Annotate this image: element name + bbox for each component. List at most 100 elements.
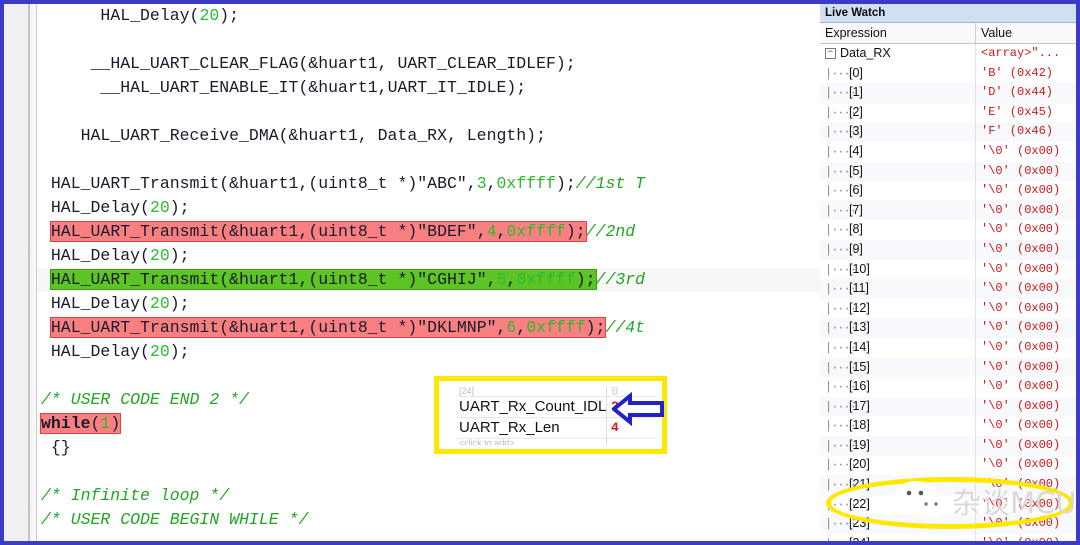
code-line[interactable]: {} [37,436,820,460]
column-header-expression[interactable]: Expression [820,23,976,43]
watch-value-cell[interactable]: '\0' (0x00) [976,201,1076,221]
watch-expression-cell[interactable]: |····[4] [820,141,976,162]
watch-value-cell[interactable]: '\0' (0x00) [976,475,1076,495]
code-line[interactable]: HAL_Delay(20); [37,196,820,220]
watch-row-array-element[interactable]: |····[3] 'F' (0x46) [820,122,1076,142]
watch-value-cell[interactable]: <array>"... [976,44,1076,64]
watch-expression-cell[interactable]: |····[6] [820,181,976,201]
watch-row-array-element[interactable]: |····[13] '\0' (0x00) [820,318,1076,338]
collapse-expander-icon[interactable]: − [825,48,836,60]
watch-row-array-element[interactable]: |····[16] '\0' (0x00) [820,377,1076,397]
watch-value-cell[interactable]: 'B' (0x42) [976,64,1076,84]
editor-breakpoint-gutter[interactable] [4,4,37,541]
watch-row-array-element[interactable]: |····[12] '\0' (0x00) [820,298,1076,319]
watch-row-array-element[interactable]: |····[1] 'D' (0x44) [820,83,1076,103]
watch-expression-cell[interactable]: |····[9] [820,239,976,260]
code-editor-pane[interactable]: HAL_Delay(20); __HAL_UART_CLEAR_FLAG(&hu… [0,0,820,545]
watch-value-cell[interactable]: '\0' (0x00) [976,416,1076,436]
watch-expression-cell[interactable]: |····[21] [820,475,976,495]
watch-value-cell[interactable]: '\0' (0x00) [976,260,1076,280]
watch-value-cell[interactable]: '\0' (0x00) [976,318,1076,338]
watch-value-cell[interactable]: '\0' (0x00) [976,240,1076,260]
watch-row-array-element[interactable]: |····[19] '\0' (0x00) [820,435,1076,456]
watch-expression-cell[interactable]: |····[0] [820,63,976,84]
code-line[interactable] [37,364,820,388]
code-line[interactable] [37,148,820,172]
watch-value-cell[interactable]: '\0' (0x00) [976,455,1076,475]
watch-expression-cell[interactable]: |····[11] [820,279,976,299]
watch-expression-cell[interactable]: |····[22] [820,494,976,515]
watch-expression-cell[interactable]: |····[8] [820,220,976,240]
watch-expression-cell[interactable]: |····[13] [820,318,976,338]
watch-row-array-element[interactable]: |····[14] '\0' (0x00) [820,337,1076,358]
watch-value-cell[interactable]: '\0' (0x00) [976,534,1076,541]
watch-row-array-element[interactable]: |····[18] '\0' (0x00) [820,416,1076,436]
code-line[interactable]: /* USER CODE END 2 */ [37,388,820,412]
watch-value-cell[interactable]: '\0' (0x00) [976,181,1076,201]
watch-expression-cell[interactable]: |····[2] [820,102,976,123]
code-line[interactable]: /* USER CODE BEGIN WHILE */ [37,508,820,532]
watch-value-cell[interactable]: '\0' (0x00) [976,162,1076,182]
watch-row-array-element[interactable]: |····[9] '\0' (0x00) [820,239,1076,260]
watch-expression-cell[interactable]: |····[16] [820,377,976,397]
watch-expression-cell[interactable]: |····[23] [820,514,976,534]
watch-expression-cell[interactable]: |····[14] [820,337,976,358]
watch-expression-cell[interactable]: |····[19] [820,435,976,456]
code-line[interactable]: /* Infinite loop */ [37,484,820,508]
watch-expression-cell[interactable]: |····[1] [820,83,976,103]
code-line[interactable] [37,460,820,484]
watch-row-array-element[interactable]: |····[2] 'E' (0x45) [820,102,1076,123]
watch-row-array-element[interactable]: |····[17] '\0' (0x00) [820,396,1076,417]
code-line[interactable] [37,100,820,124]
watch-row-array-element[interactable]: |····[22] '\0' (0x00) [820,494,1076,515]
watch-expression-cell[interactable]: |····[3] [820,122,976,142]
watch-value-cell[interactable]: '\0' (0x00) [976,436,1076,456]
watch-expression-cell[interactable]: |····[20] [820,455,976,476]
code-line[interactable]: HAL_Delay(20); [37,340,820,364]
code-line[interactable]: __HAL_UART_CLEAR_FLAG(&huart1, UART_CLEA… [37,52,820,76]
watch-expression-cell[interactable]: |····[7] [820,200,976,221]
watch-expression-cell[interactable]: |····[15] [820,357,976,378]
watch-expression-cell[interactable]: |····[10] [820,259,976,280]
code-line[interactable] [37,28,820,52]
watch-value-cell[interactable]: '\0' (0x00) [976,495,1076,515]
watch-row-array-element[interactable]: |····[20] '\0' (0x00) [820,455,1076,476]
watch-row-array-element[interactable]: |····[10] '\0' (0x00) [820,259,1076,280]
code-line[interactable]: HAL_Delay(20); [37,4,820,28]
watch-value-cell[interactable]: '\0' (0x00) [976,299,1076,319]
code-text-area[interactable]: HAL_Delay(20); __HAL_UART_CLEAR_FLAG(&hu… [37,4,820,541]
code-line[interactable]: HAL_UART_Receive_DMA(&huart1, Data_RX, L… [37,124,820,148]
watch-value-cell[interactable]: '\0' (0x00) [976,220,1076,240]
watch-expression-cell[interactable]: |····[24] [820,533,976,541]
watch-row-root-array[interactable]: − Data_RX <array>"... [820,44,1076,64]
watch-row-array-element[interactable]: |····[8] '\0' (0x00) [820,220,1076,240]
column-header-value[interactable]: Value [976,23,1076,43]
watch-expression-cell[interactable]: |····[18] [820,416,976,436]
watch-row-list[interactable]: − Data_RX <array>"... |····[0] 'B' (0x42) |··… [820,44,1076,541]
watch-value-cell[interactable]: '\0' (0x00) [976,377,1076,397]
watch-row-array-element[interactable]: |····[21] '\0' (0x00) [820,475,1076,495]
watch-value-cell[interactable]: 'F' (0x46) [976,122,1076,142]
watch-row-array-element[interactable]: |····[6] '\0' (0x00) [820,181,1076,201]
code-line[interactable]: __HAL_UART_ENABLE_IT(&huart1,UART_IT_IDL… [37,76,820,100]
watch-row-array-element[interactable]: |····[0] 'B' (0x42) [820,63,1076,84]
watch-expression-cell[interactable]: − Data_RX [820,44,976,64]
watch-row-array-element[interactable]: |····[11] '\0' (0x00) [820,279,1076,299]
watch-value-cell[interactable]: '\0' (0x00) [976,142,1076,162]
watch-value-cell[interactable]: '\0' (0x00) [976,358,1076,378]
watch-row-array-element[interactable]: |····[4] '\0' (0x00) [820,141,1076,162]
watch-value-cell[interactable]: '\0' (0x00) [976,397,1076,417]
watch-value-cell[interactable]: 'D' (0x44) [976,83,1076,103]
watch-row-array-element[interactable]: |····[7] '\0' (0x00) [820,200,1076,221]
watch-row-array-element[interactable]: |····[5] '\0' (0x00) [820,161,1076,182]
watch-row-array-element[interactable]: |····[24] '\0' (0x00) [820,533,1076,541]
code-line[interactable]: HAL_UART_Transmit(&huart1,(uint8_t *)"AB… [37,172,820,196]
live-watch-pane[interactable]: Live Watch Expression Value − Data_RX <arr… [820,0,1080,545]
watch-expression-cell[interactable]: |····[5] [820,161,976,182]
watch-expression-cell[interactable]: |····[17] [820,396,976,417]
code-line[interactable]: HAL_Delay(20); [37,292,820,316]
watch-row-array-element[interactable]: |····[23] '\0' (0x00) [820,514,1076,534]
watch-value-cell[interactable]: 'E' (0x45) [976,103,1076,123]
code-line[interactable]: HAL_UART_Transmit(&huart1,(uint8_t *)"BD… [37,220,820,244]
code-line[interactable]: HAL_Delay(20); [37,244,820,268]
